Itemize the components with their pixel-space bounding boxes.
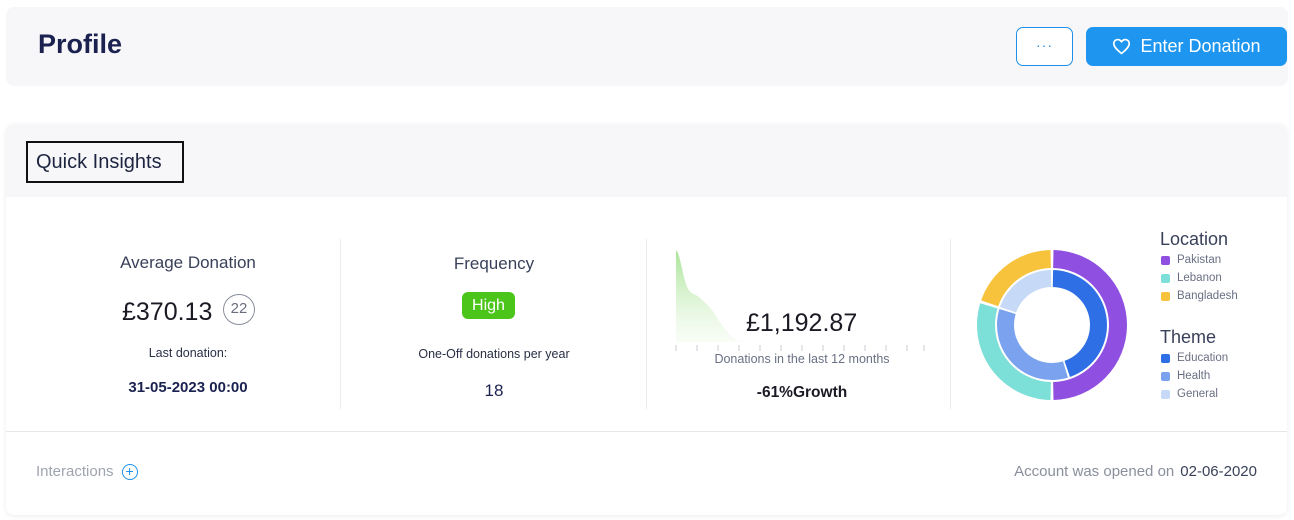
page-title: Profile <box>38 29 123 59</box>
account-opened-date: 02-06-2020 <box>1180 463 1257 480</box>
average-donation-value: £370.13 <box>122 298 213 326</box>
legend-item-health: Health <box>1161 370 1210 382</box>
enter-donation-button[interactable]: Enter Donation <box>1086 27 1287 66</box>
card-header <box>6 124 1287 197</box>
growth-value: -61%Growth <box>756 384 848 401</box>
column-divider <box>950 239 951 409</box>
legend-swatch <box>1161 291 1170 301</box>
legend-item-general: General <box>1161 388 1218 400</box>
legend-item-pakistan: Pakistan <box>1161 254 1221 266</box>
legend-label: Bangladesh <box>1177 290 1238 302</box>
location-legend-title: Location <box>1160 229 1229 249</box>
annual-donations-value: £1,192.87 <box>746 309 858 337</box>
frequency-badge: High <box>462 292 515 319</box>
location-theme-donut-chart <box>977 250 1128 400</box>
legend-item-education: Education <box>1161 352 1228 364</box>
quick-insights-title: Quick Insights <box>36 151 162 173</box>
quick-insights-card: Quick Insights Average Donation £370.13 … <box>6 124 1287 515</box>
more-options-button[interactable]: ··· <box>1016 27 1073 66</box>
last-donation-label: Last donation: <box>148 346 228 360</box>
legend-label: General <box>1177 388 1218 400</box>
legend-swatch <box>1161 371 1170 381</box>
card-divider <box>6 431 1287 432</box>
legend-swatch <box>1161 273 1170 283</box>
average-donation-label: Average Donation <box>120 253 256 272</box>
donation-sparkline <box>675 250 925 351</box>
frequency-sub-label: One-Off donations per year <box>418 347 570 361</box>
enter-donation-label: Enter Donation <box>1140 36 1261 56</box>
theme-legend-title: Theme <box>1160 327 1217 347</box>
legend-swatch <box>1161 353 1170 363</box>
interactions-toggle[interactable]: Interactions + <box>36 463 138 480</box>
legend-swatch <box>1161 255 1170 265</box>
last-donation-date: 31-05-2023 00:00 <box>128 379 248 396</box>
page-header: Profile ··· Enter Donation <box>6 7 1288 86</box>
legend-swatch <box>1161 389 1170 399</box>
interactions-label: Interactions <box>36 463 114 480</box>
legend-item-bangladesh: Bangladesh <box>1161 290 1238 302</box>
frequency-label: Frequency <box>453 254 535 273</box>
account-opened-label: Account was opened on <box>1014 463 1175 480</box>
frequency-value: 18 <box>484 381 504 400</box>
account-opened-info: Account was opened on 02-06-2020 <box>1014 463 1257 480</box>
legend-label: Pakistan <box>1177 254 1222 266</box>
donation-count-badge: 22 <box>223 294 255 325</box>
plus-circle-icon[interactable]: + <box>121 463 138 480</box>
legend-label: Lebanon <box>1177 272 1222 284</box>
heart-icon <box>1113 38 1131 55</box>
annual-donations-label: Donations in the last 12 months <box>714 352 890 366</box>
legend-item-lebanon: Lebanon <box>1161 272 1222 284</box>
column-divider <box>340 239 341 409</box>
legend-label: Health <box>1177 370 1211 382</box>
column-divider <box>646 239 647 409</box>
legend-label: Education <box>1177 352 1229 364</box>
